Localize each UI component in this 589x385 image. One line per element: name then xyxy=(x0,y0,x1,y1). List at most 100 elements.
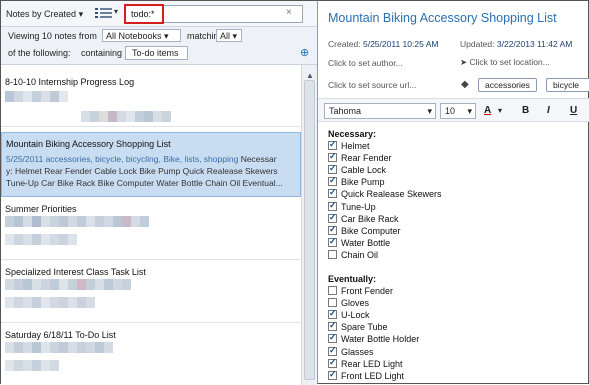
section-heading: Eventually: xyxy=(328,274,377,284)
checked-checkbox[interactable] xyxy=(328,163,337,175)
checked-checkbox[interactable] xyxy=(328,320,337,332)
checklist-label: Gloves xyxy=(341,298,370,309)
updated-value: 3/22/2013 11:42 AM xyxy=(496,39,573,49)
blurred-snippet xyxy=(5,360,59,371)
checked-checkbox[interactable] xyxy=(328,332,337,344)
list-item-selected[interactable]: Mountain Biking Accessory Shopping List … xyxy=(1,132,301,197)
created-info: Created: 5/25/2011 10:25 AM xyxy=(328,39,438,49)
containing-label: containing xyxy=(81,48,123,58)
chevron-down-icon: ▾ xyxy=(232,31,238,41)
checklist-label: Tune-Up xyxy=(341,201,376,212)
todo-items-button[interactable]: To-do items xyxy=(125,46,188,60)
checklist-label: Bike Computer xyxy=(341,225,401,236)
source-url-field[interactable]: Click to set source url... xyxy=(328,80,416,90)
checklist-item: Rear Fender xyxy=(328,151,392,165)
checked-checkbox[interactable] xyxy=(328,345,337,356)
notebook-dropdown[interactable]: All Notebooks ▾ xyxy=(102,29,181,42)
checklist-item: Bike Computer xyxy=(328,224,401,238)
scroll-thumb[interactable] xyxy=(304,80,315,380)
save-search-icon[interactable]: ⊕ xyxy=(300,46,309,59)
note-title: 8-10-10 Internship Progress Log xyxy=(5,77,135,87)
checklist-label: Front Fender xyxy=(341,286,394,296)
checked-checkbox[interactable] xyxy=(328,212,337,223)
note-snippet-line3: Tune-Up Car Bike Rack Bike Computer Wate… xyxy=(6,178,283,188)
list-item[interactable]: Saturday 6/18/11 To-Do List xyxy=(1,324,301,385)
unchecked-checkbox[interactable] xyxy=(328,298,337,308)
note-title: Saturday 6/18/11 To-Do List xyxy=(5,330,116,340)
checked-checkbox[interactable] xyxy=(328,224,337,235)
blurred-snippet xyxy=(5,234,77,245)
checked-checkbox[interactable] xyxy=(328,308,337,320)
checked-checkbox[interactable] xyxy=(328,236,337,247)
note-title: Specialized Interest Class Task List xyxy=(5,267,146,277)
checklist-item: Front LED Light xyxy=(328,369,405,383)
unchecked-checkbox[interactable] xyxy=(328,286,337,295)
tag-icon: ◆ xyxy=(461,79,469,90)
checked-checkbox[interactable] xyxy=(328,200,337,211)
italic-button[interactable]: I xyxy=(547,105,550,116)
blurred-snippet xyxy=(81,111,171,122)
note-tags: accessories, bicycle, bicycling, Bike, l… xyxy=(45,154,239,164)
font-color-button[interactable]: A xyxy=(484,105,491,116)
checklist-label: Bike Pump xyxy=(341,177,385,188)
tag-accessories[interactable]: accessories xyxy=(478,78,537,92)
bold-button[interactable]: B xyxy=(522,105,529,116)
checklist-label: U-Lock xyxy=(341,310,370,321)
checklist-label: Glasses xyxy=(341,346,374,357)
matching-dropdown[interactable]: All ▾ xyxy=(216,29,242,42)
underline-button[interactable]: U xyxy=(570,105,577,116)
sort-label: Notes by Created xyxy=(6,9,77,19)
checklist-item: Car Bike Rack xyxy=(328,212,399,226)
sort-dropdown[interactable]: Notes by Created ▾ xyxy=(6,9,83,20)
filter-bar: Viewing 10 notes from All Notebooks ▾ ma… xyxy=(1,27,317,65)
note-list: 8-10-10 Internship Progress Log Mountain… xyxy=(1,65,301,385)
font-size-select[interactable]: 10 ▾ xyxy=(440,103,476,119)
checklist-label: Spare Tube xyxy=(341,322,388,333)
notebook-value: All Notebooks xyxy=(106,31,162,41)
checked-checkbox[interactable] xyxy=(328,151,337,163)
checklist-label: Helmet xyxy=(341,141,370,151)
list-toolbar: Notes by Created ▾ ▾ todo:* × xyxy=(1,1,317,27)
note-snippet-line2: y: Helmet Rear Fender Cable Lock Bike Pu… xyxy=(6,166,278,176)
list-scrollbar[interactable]: ▲ xyxy=(301,65,317,385)
created-value: 5/25/2011 10:25 AM xyxy=(362,39,439,49)
note-title-field[interactable]: Mountain Biking Accessory Shopping List xyxy=(328,11,557,25)
checklist-item: Front Fender xyxy=(328,286,393,298)
list-item[interactable]: 8-10-10 Internship Progress Log xyxy=(1,65,301,127)
unchecked-checkbox[interactable] xyxy=(328,249,337,259)
location-field[interactable]: ➤ Click to set location... xyxy=(460,57,550,68)
checklist-label: Front LED Light xyxy=(341,370,405,381)
chevron-down-icon[interactable]: ▾ xyxy=(498,106,502,115)
blurred-snippet xyxy=(5,279,131,290)
view-options-icon[interactable]: ▾ xyxy=(95,6,123,22)
of-following-text: of the following: xyxy=(8,48,71,58)
checklist-item: Quick Realease Skewers xyxy=(328,187,442,201)
chevron-down-icon: ▾ xyxy=(467,106,472,116)
checked-checkbox[interactable] xyxy=(328,357,337,368)
updated-info: Updated: 3/22/2013 11:42 AM xyxy=(460,39,572,49)
note-snippet-start: Necessar xyxy=(240,154,277,164)
tag-bicycle[interactable]: bicycle xyxy=(546,78,589,92)
search-query: todo:* xyxy=(131,9,155,19)
checked-checkbox[interactable] xyxy=(328,187,337,199)
font-size-value: 10 xyxy=(445,106,456,116)
author-field[interactable]: Click to set author... xyxy=(328,58,403,68)
checked-checkbox[interactable] xyxy=(328,175,337,187)
viewing-text: Viewing 10 notes from xyxy=(8,31,97,41)
checked-checkbox[interactable] xyxy=(328,139,337,150)
note-title: Summer Priorities xyxy=(5,204,77,214)
checklist-label: Quick Realease Skewers xyxy=(341,189,442,200)
checked-checkbox[interactable] xyxy=(328,369,337,380)
font-family-select[interactable]: Tahoma ▾ xyxy=(324,103,436,119)
checklist-label: Rear LED Light xyxy=(341,358,403,369)
format-toolbar: Tahoma ▾ 10 ▾ A ▾ B I U xyxy=(318,98,589,122)
checklist-item: Water Bottle Holder xyxy=(328,332,419,346)
clear-search-icon[interactable]: × xyxy=(286,7,292,18)
list-item[interactable]: Summer Priorities xyxy=(1,198,301,260)
created-label: Created: xyxy=(328,39,361,49)
chevron-down-icon: ▾ xyxy=(427,106,432,116)
checklist-item: Water Bottle xyxy=(328,236,390,250)
location-icon: ➤ xyxy=(460,57,468,67)
list-item[interactable]: Specialized Interest Class Task List xyxy=(1,261,301,323)
scroll-up-icon[interactable]: ▲ xyxy=(306,71,314,80)
